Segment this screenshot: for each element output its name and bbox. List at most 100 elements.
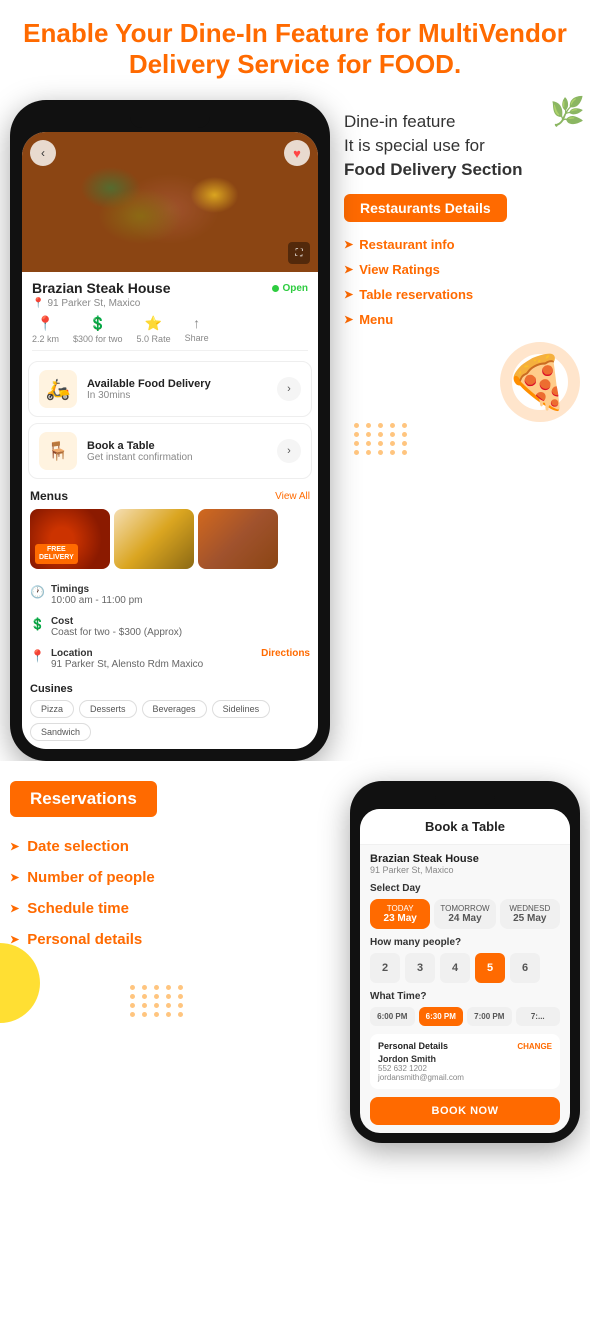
cost-detail: Coast for two - $300 (Approx) (51, 627, 182, 638)
pizza-icon-deco: 🍕 (505, 354, 570, 412)
food-image-bg (22, 132, 318, 272)
expand-button[interactable]: ⛶ (288, 242, 310, 264)
menu-image-3[interactable] (198, 509, 278, 569)
distance-value: 2.2 km (32, 334, 59, 344)
people-2[interactable]: 2 (370, 953, 400, 983)
book-table-arrow[interactable]: › (277, 439, 301, 463)
info-section: 🕐 Timings 10:00 am - 11:00 pm 💲 Cost Coa… (22, 575, 318, 679)
phone-frame-left: ‹ ♥ ⛶ Brazian Steak House Open 📍 (10, 100, 330, 761)
day-picker: TODAY 23 May TOMORROW 24 May WEDNESD 25 … (370, 899, 560, 929)
stat-distance: 📍 2.2 km (32, 315, 59, 344)
time-7pm[interactable]: 7:00 PM (467, 1007, 512, 1026)
share-value: Share (185, 333, 209, 343)
delivery-card[interactable]: 🛵 Available Food Delivery In 30mins › (28, 361, 312, 417)
delivery-text: Available Food Delivery In 30mins (87, 378, 267, 401)
day-tomorrow[interactable]: TOMORROW 24 May (434, 899, 495, 929)
people-6[interactable]: 6 (510, 953, 540, 983)
res-dots-deco (130, 985, 290, 1017)
phone-left: ‹ ♥ ⛶ Brazian Steak House Open 📍 (10, 100, 330, 761)
day-today[interactable]: TODAY 23 May (370, 899, 430, 929)
personal-details-header: Personal Details CHANGE (378, 1041, 552, 1051)
people-3[interactable]: 3 (405, 953, 435, 983)
menu-images: FREEDELIVERY (30, 509, 310, 569)
time-6pm[interactable]: 6:00 PM (370, 1007, 415, 1026)
header-section: Enable Your Dine-In Feature for MultiVen… (0, 0, 590, 90)
personal-name: Jordon Smith (378, 1054, 552, 1064)
timings-label: Timings (51, 584, 143, 595)
timings-text: Timings 10:00 am - 11:00 pm (51, 584, 143, 606)
time-picker: 6:00 PM 6:30 PM 7:00 PM 7:... (370, 1007, 560, 1026)
restaurants-details-badge: Restaurants Details (344, 194, 507, 222)
reservations-left: Reservations ➤ Date selection ➤ Number o… (10, 781, 290, 1143)
tag-beverages[interactable]: Beverages (142, 700, 207, 718)
timings-row: 🕐 Timings 10:00 am - 11:00 pm (30, 579, 310, 611)
book-table-body: Brazian Steak House 91 Parker St, Maxico… (360, 845, 570, 1133)
people-5[interactable]: 5 (475, 953, 505, 983)
book-now-button[interactable]: BOOK NOW (370, 1097, 560, 1125)
location-value: 91 Parker St, Alensto Rdm Maxico (51, 659, 310, 670)
people-4[interactable]: 4 (440, 953, 470, 983)
location-pin-icon: 📍 (32, 298, 44, 309)
how-many-label: How many people? (370, 937, 560, 948)
day-wednesday[interactable]: WEDNESD 25 May (500, 899, 560, 929)
view-all-link[interactable]: View All (275, 491, 310, 502)
what-time-label: What Time? (370, 991, 560, 1002)
res-feature-time: ➤ Schedule time (10, 893, 290, 924)
tag-desserts[interactable]: Desserts (79, 700, 137, 718)
location-row: 📍 Location Directions 91 Parker St, Alen… (30, 643, 310, 675)
book-table-card[interactable]: 🪑 Book a Table Get instant confirmation … (28, 423, 312, 479)
feature-menu: ➤ Menu (344, 307, 570, 332)
change-link[interactable]: CHANGE (517, 1042, 552, 1051)
bt-restaurant-address: 91 Parker St, Maxico (370, 865, 560, 875)
rate-icon: ⭐ (145, 315, 162, 332)
dine-in-line3: Food Delivery Section (344, 160, 523, 179)
book-table-title: Book a Table (87, 440, 267, 452)
res-arrow-2: ➤ (10, 871, 19, 884)
cost-text: Cost Coast for two - $300 (Approx) (51, 616, 182, 638)
cost-icon: 💲 (89, 315, 106, 332)
dot-grid-deco (354, 423, 570, 455)
feature-label-1: Restaurant info (359, 237, 454, 252)
tag-sidelines[interactable]: Sidelines (212, 700, 271, 718)
tomorrow-label: TOMORROW (440, 904, 489, 913)
features-right: Dine-in feature It is special use for Fo… (330, 100, 580, 761)
restaurant-info: Brazian Steak House Open 📍 91 Parker St,… (22, 272, 318, 355)
top-section: 🌿 ‹ ♥ ⛶ Brazian Steak House (0, 90, 590, 761)
stat-share[interactable]: ↑ Share (185, 315, 209, 344)
res-label-2: Number of people (27, 869, 155, 886)
phone-right: Book a Table Brazian Steak House 91 Park… (290, 781, 580, 1143)
menu-image-1[interactable]: FREEDELIVERY (30, 509, 110, 569)
time-630pm[interactable]: 6:30 PM (419, 1007, 464, 1026)
dine-in-description: Dine-in feature It is special use for Fo… (344, 110, 570, 181)
menu-image-2[interactable] (114, 509, 194, 569)
location-header-row: Location Directions (51, 648, 310, 659)
personal-details-title: Personal Details (378, 1041, 448, 1051)
select-day-label: Select Day (370, 883, 560, 894)
menu-title: Menus (30, 489, 68, 503)
phone-notch-right (435, 791, 495, 805)
tomorrow-date: 24 May (440, 913, 489, 924)
feature-table-reservations: ➤ Table reservations (344, 282, 570, 307)
delivery-subtitle: In 30mins (87, 390, 267, 401)
time-730pm[interactable]: 7:... (516, 1007, 561, 1026)
feature-label-4: Menu (359, 312, 393, 327)
tag-pizza[interactable]: Pizza (30, 700, 74, 718)
wednesday-label: WEDNESD (506, 904, 554, 913)
pizza-decoration-area: 🍕 (344, 352, 570, 413)
phone-frame-right: Book a Table Brazian Steak House 91 Park… (350, 781, 580, 1143)
book-table-header: Book a Table (360, 809, 570, 845)
free-delivery-badge: FREEDELIVERY (35, 544, 78, 565)
share-icon: ↑ (193, 315, 200, 331)
tag-sandwich[interactable]: Sandwich (30, 723, 91, 741)
reservations-section: Reservations ➤ Date selection ➤ Number o… (0, 761, 590, 1153)
dollar-icon: 💲 (30, 617, 45, 631)
res-feature-people: ➤ Number of people (10, 862, 290, 893)
dine-in-line2: It is special use for (344, 136, 485, 155)
feature-view-ratings: ➤ View Ratings (344, 257, 570, 282)
people-picker: 2 3 4 5 6 (370, 953, 560, 983)
bt-restaurant-name: Brazian Steak House (370, 853, 560, 865)
delivery-arrow[interactable]: › (277, 377, 301, 401)
book-table-subtitle: Get instant confirmation (87, 452, 267, 463)
directions-link[interactable]: Directions (261, 648, 310, 659)
book-table-text: Book a Table Get instant confirmation (87, 440, 267, 463)
